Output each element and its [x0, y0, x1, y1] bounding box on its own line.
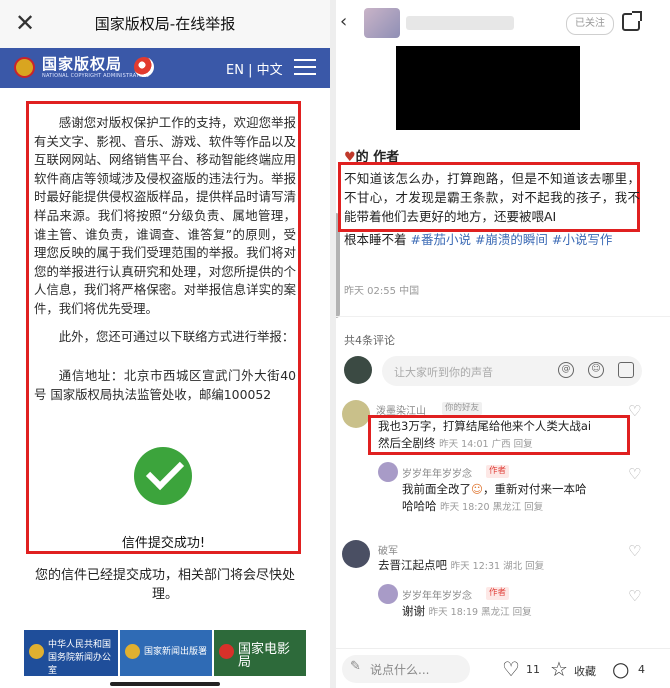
author-badge: 作者	[486, 587, 510, 600]
author-name-blurred	[406, 16, 514, 30]
comment-meta: 昨天 18:20 黑龙江 回复	[440, 502, 544, 513]
like-heart-icon[interactable]: ♡	[628, 404, 643, 419]
favorite-label: 收藏	[574, 665, 596, 678]
hamburger-menu-icon[interactable]	[294, 59, 316, 75]
banner-line: 中华人民共和国	[48, 640, 112, 650]
post-tags: 根本睡不着 #番茄小说 #崩溃的瞬间 #小说写作	[344, 230, 644, 249]
share-icon[interactable]	[622, 11, 642, 31]
comment-placeholder: 让大家听到你的声音	[394, 366, 493, 379]
commenter-name[interactable]: 破军	[378, 542, 398, 557]
hashtags[interactable]: #番茄小说 #崩溃的瞬间 #小说写作	[411, 232, 613, 247]
home-indicator	[110, 682, 220, 686]
divider	[336, 316, 670, 317]
post-time: 昨天 02:55 中国	[344, 286, 420, 297]
comment-text: 去晋江起点吧 昨天 12:31 湖北 回复	[378, 558, 545, 572]
comment-count: 共4条评论	[344, 334, 395, 347]
banner-line: 国务院新闻办公室	[48, 653, 112, 676]
notice-paragraph-3: 通信地址：北京市西城区宣武门外大街40号 国家版权局执法监管处收，邮编10005…	[34, 368, 296, 402]
emblem-icon	[219, 644, 234, 659]
like-heart-icon[interactable]: ♡	[628, 544, 643, 559]
commenter-avatar[interactable]	[378, 462, 398, 482]
comment-bubble-icon[interactable]: ○	[612, 658, 629, 680]
social-post-panel: ‹ 已关注 ♥的 作者 不知道该怎么办，打算跑路，但是不知道该去哪里，不甘心，才…	[336, 0, 670, 688]
banner-state-council-info-office[interactable]: 中华人民共和国 国务院新闻办公室	[24, 630, 118, 676]
commenter-avatar[interactable]	[378, 584, 398, 604]
org-name: 国家版权局	[42, 55, 123, 73]
notice-paragraph-1: 感谢您对版权保护工作的支持，欢迎您举报有关文字、影视、音乐、游戏、软件等作品以及…	[34, 115, 296, 316]
like-icon[interactable]: ♡	[502, 658, 520, 680]
emoji-icon: ☺	[471, 482, 483, 496]
emoji-icon[interactable]: ☺	[588, 362, 604, 378]
post-body: 不知道该怎么办，打算跑路，但是不知道该去哪里，不甘心，才发现是霸王条款，对不起我…	[344, 171, 640, 224]
language-switch[interactable]: EN | 中文	[226, 59, 283, 78]
national-emblem-icon	[14, 57, 35, 78]
success-message: 信件提交成功!	[121, 536, 206, 551]
like-heart-icon[interactable]: ♡	[628, 467, 643, 482]
notice-paragraph-2: 此外，您还可通过以下联络方式进行举报：	[58, 329, 295, 344]
pen-icon: ✎	[350, 659, 361, 674]
banner-line: 国家新闻出版署	[144, 647, 208, 657]
at-mention-icon[interactable]: @	[558, 362, 574, 378]
image-icon[interactable]	[618, 362, 634, 378]
banner-line: 国家电影局	[238, 642, 291, 670]
banner-press-publication[interactable]: 国家新闻出版署	[120, 630, 212, 676]
commenter-avatar[interactable]	[342, 400, 370, 428]
comment-meta: 昨天 14:01 广西 回复	[439, 439, 533, 450]
partner-banners: 中华人民共和国 国务院新闻办公室 国家新闻出版署 国家电影局	[24, 630, 306, 676]
emblem-icon	[29, 644, 44, 659]
org-name-en: NATIONAL COPYRIGHT ADMINISTRATION	[42, 73, 149, 79]
like-heart-icon[interactable]: ♡	[628, 589, 643, 604]
browser-top-bar: ✕ 国家版权局-在线举报	[0, 0, 330, 49]
my-avatar	[344, 356, 372, 384]
close-icon[interactable]: ✕	[12, 9, 38, 37]
emblem-icon	[125, 644, 140, 659]
author-avatar[interactable]	[364, 8, 400, 38]
star-icon[interactable]: ☆	[550, 658, 568, 680]
commenter-avatar[interactable]	[342, 540, 370, 568]
commenter-name[interactable]: 岁岁年年岁岁念	[402, 587, 472, 602]
follow-button[interactable]: 已关注	[566, 13, 614, 35]
comment-text: 我前面全改了☺，重新对付来一本哈	[402, 482, 587, 496]
commenter-name[interactable]: 岁岁年年岁岁念	[402, 465, 472, 480]
comment-text-line2: 然后全剧终 昨天 14:01 广西 回复	[378, 436, 533, 450]
site-header: 国家版权局 NATIONAL COPYRIGHT ADMINISTRATION …	[0, 48, 330, 88]
copyright-logo-icon	[134, 57, 154, 77]
comment-text: 谢谢 昨天 18:19 黑龙江 回复	[402, 604, 532, 618]
comment-text-line2: 哈哈哈 昨天 18:20 黑龙江 回复	[402, 499, 544, 513]
friend-badge: 你的好友	[442, 402, 483, 415]
post-image-redacted[interactable]	[396, 46, 580, 130]
comment-text: 我也3万字，打算结尾给他来个人类大战ai	[378, 419, 592, 433]
post-tail-text: 根本睡不着	[344, 232, 407, 247]
comment-meta: 昨天 12:31 湖北 回复	[450, 561, 545, 572]
report-page-panel: ✕ 国家版权局-在线举报 国家版权局 NATIONAL COPYRIGHT AD…	[0, 0, 330, 688]
banner-film-bureau[interactable]: 国家电影局	[214, 630, 306, 676]
like-count: 11	[526, 663, 540, 676]
back-icon[interactable]: ‹	[340, 12, 354, 32]
author-badge: 作者	[486, 465, 510, 478]
submission-done-text: 您的信件已经提交成功，相关部门将会尽快处理。	[34, 568, 295, 602]
window-title: 国家版权局-在线举报	[94, 15, 236, 33]
comment-meta: 昨天 18:19 黑龙江 回复	[428, 607, 532, 618]
comment-num: 4	[638, 663, 645, 676]
bottom-comment-placeholder: 说点什么...	[370, 663, 430, 677]
success-check-icon	[134, 447, 192, 505]
